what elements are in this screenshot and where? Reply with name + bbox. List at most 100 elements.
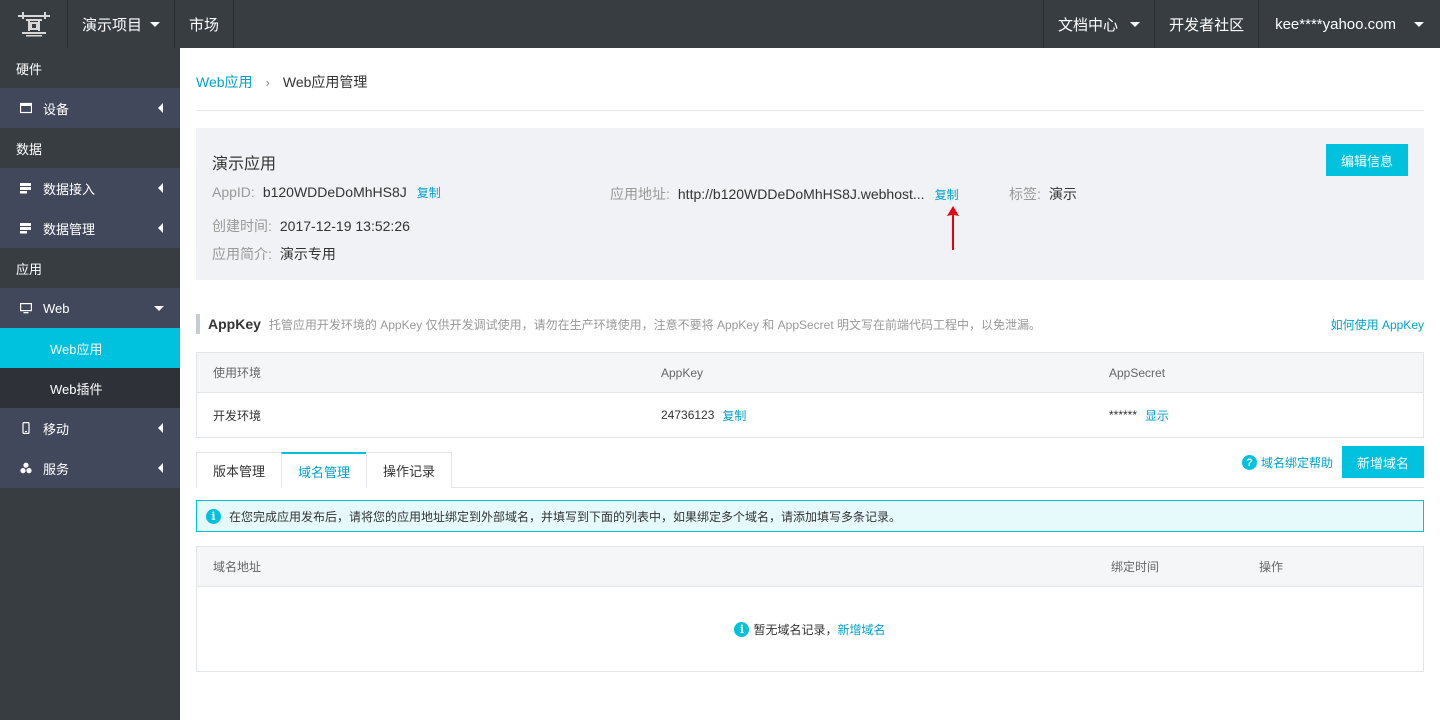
chevron-left-icon: [158, 423, 163, 433]
app-url-label: 应用地址:: [610, 186, 670, 202]
tag-value: 演示: [1048, 186, 1077, 202]
appid-row: AppID: b120WDDeDoMhHS8J 复制: [212, 184, 441, 201]
market-link[interactable]: 市场: [175, 0, 235, 48]
sidebar-group-hardware: 硬件: [0, 48, 180, 88]
sidebar-item-web-plugin[interactable]: Web插件: [0, 368, 180, 408]
sidebar-item-label: 服务: [43, 461, 70, 477]
empty-text: 暂无域名记录，: [753, 622, 838, 637]
info-icon: i: [734, 621, 750, 637]
project-dropdown[interactable]: 演示项目: [68, 0, 176, 48]
sidebar-item-web-app[interactable]: Web应用: [0, 328, 180, 368]
add-domain-button[interactable]: 新增域名: [1342, 446, 1424, 478]
chevron-down-icon: [1130, 21, 1141, 27]
device-icon: [20, 102, 32, 114]
column-header: 域名地址: [213, 560, 262, 574]
breadcrumb-parent-link[interactable]: Web应用: [196, 72, 253, 92]
tag-label: 标签:: [1009, 186, 1041, 202]
sidebar-item-label: 移动: [43, 421, 70, 437]
table-row: 开发环境 24736123 复制 ****** 显示: [197, 393, 1423, 437]
domain-help-label: 域名绑定帮助: [1261, 456, 1334, 470]
mobile-icon: [20, 422, 32, 434]
show-secret-link[interactable]: 显示: [1145, 407, 1169, 424]
copy-appid-link[interactable]: 复制: [417, 186, 441, 200]
tab-version-manage[interactable]: 版本管理: [196, 452, 283, 488]
chevron-down-icon: [150, 21, 161, 27]
appkey-title: AppKey: [208, 316, 261, 332]
column-header: AppKey: [661, 365, 704, 380]
breadcrumb-current: Web应用管理: [282, 74, 368, 90]
docs-dropdown[interactable]: 文档中心: [1043, 0, 1154, 48]
help-icon: ?: [1242, 455, 1257, 470]
divider: [196, 110, 1424, 111]
chevron-right-icon: ›: [265, 74, 270, 90]
app-name: 演示应用: [212, 156, 277, 173]
logo[interactable]: [0, 0, 68, 48]
chevron-left-icon: [158, 463, 163, 473]
sidebar-item-device[interactable]: 设备: [0, 88, 180, 128]
domain-table: 域名地址 绑定时间 操作 i 暂无域名记录， 新增域名: [196, 546, 1424, 672]
cubes-icon: [20, 462, 32, 474]
table-header: 域名地址 绑定时间 操作: [197, 547, 1423, 587]
main-content: Web应用 › Web应用管理 演示应用 编辑信息 AppID: b120WDDe…: [180, 48, 1440, 720]
app-url-value: http://b120WDDeDoMhHS8J.webhost...: [677, 186, 925, 202]
tag-row: 标签: 演示: [1009, 184, 1077, 204]
database-icon: [20, 222, 32, 234]
sidebar-item-service[interactable]: 服务: [0, 448, 180, 488]
copy-appkey-link[interactable]: 复制: [722, 407, 746, 424]
empty-add-domain-link[interactable]: 新增域名: [838, 621, 886, 638]
tab-domain-manage[interactable]: 域名管理: [281, 452, 368, 488]
appid-value: b120WDDeDoMhHS8J: [262, 184, 407, 200]
domain-notice: i 在您完成应用发布后，请将您的应用地址绑定到外部域名，并填写到下面的列表中，如…: [196, 500, 1424, 532]
database-icon: [20, 182, 32, 194]
sidebar-item-mobile[interactable]: 移动: [0, 408, 180, 448]
created-value: 2017-12-19 13:52:26: [279, 218, 410, 234]
logo-icon: [17, 12, 50, 37]
sidebar-item-label: 设备: [43, 101, 70, 117]
column-header: 绑定时间: [1111, 560, 1160, 574]
chevron-left-icon: [158, 103, 163, 113]
domain-help-link[interactable]: ? 域名绑定帮助: [1242, 454, 1333, 471]
sidebar-item-web[interactable]: Web: [0, 288, 180, 328]
appkey-description: 托管应用开发环境的 AppKey 仅供开发调试使用，请勿在生产环境使用，注意不要…: [268, 317, 1042, 332]
chevron-left-icon: [158, 223, 163, 233]
tab-operation-log[interactable]: 操作记录: [366, 452, 453, 488]
sidebar-item-label: Web: [43, 300, 70, 316]
appkey-value: 24736123: [661, 408, 715, 422]
table-header: 使用环境 AppKey AppSecret: [197, 353, 1423, 393]
section-marker: [196, 314, 200, 334]
market-label: 市场: [189, 16, 220, 34]
appkey-table: 使用环境 AppKey AppSecret 开发环境 24736123 复制 *…: [196, 352, 1424, 438]
monitor-icon: [20, 302, 32, 314]
notice-text: 在您完成应用发布后，请将您的应用地址绑定到外部域名，并填写到下面的列表中，如果绑…: [229, 509, 902, 524]
app-info-panel: 演示应用 编辑信息 AppID: b120WDDeDoMhHS8J 复制 应用地址:…: [196, 128, 1424, 280]
appsecret-cell: ****** 显示: [1093, 407, 1423, 424]
column-header: AppSecret: [1109, 365, 1166, 380]
env-cell: 开发环境: [213, 408, 262, 423]
info-icon: i: [206, 508, 221, 524]
appkey-header: AppKey 托管应用开发环境的 AppKey 仅供开发调试使用，请勿在生产环境…: [196, 314, 1424, 334]
sidebar-group-data: 数据: [0, 128, 180, 168]
column-header: 操作: [1259, 560, 1284, 574]
appsecret-value: ******: [1109, 408, 1138, 422]
created-label: 创建时间:: [212, 218, 272, 234]
breadcrumb: Web应用 › Web应用管理: [196, 72, 367, 92]
community-label: 开发者社区: [1169, 16, 1245, 34]
copy-url-link[interactable]: 复制: [935, 188, 959, 202]
community-link[interactable]: 开发者社区: [1154, 0, 1258, 48]
appid-label: AppID:: [212, 184, 255, 200]
empty-state: i 暂无域名记录， 新增域名: [197, 587, 1423, 671]
sidebar-item-data-access[interactable]: 数据接入: [0, 168, 180, 208]
intro-value: 演示专用: [279, 246, 336, 262]
column-header: 使用环境: [213, 366, 262, 380]
appkey-cell: 24736123 复制: [645, 407, 1093, 424]
chevron-down-icon: [1414, 21, 1424, 27]
sidebar-item-label: 数据管理: [43, 221, 96, 237]
docs-label: 文档中心: [1058, 16, 1119, 34]
intro-row: 应用简介: 演示专用: [212, 244, 336, 264]
intro-label: 应用简介:: [212, 246, 272, 262]
edit-info-button[interactable]: 编辑信息: [1326, 144, 1408, 176]
appkey-help-link[interactable]: 如何使用 AppKey: [1331, 316, 1424, 333]
user-label: kee****yahoo.com: [1275, 15, 1396, 33]
sidebar-item-data-manage[interactable]: 数据管理: [0, 208, 180, 248]
user-menu[interactable]: kee****yahoo.com: [1258, 0, 1440, 48]
